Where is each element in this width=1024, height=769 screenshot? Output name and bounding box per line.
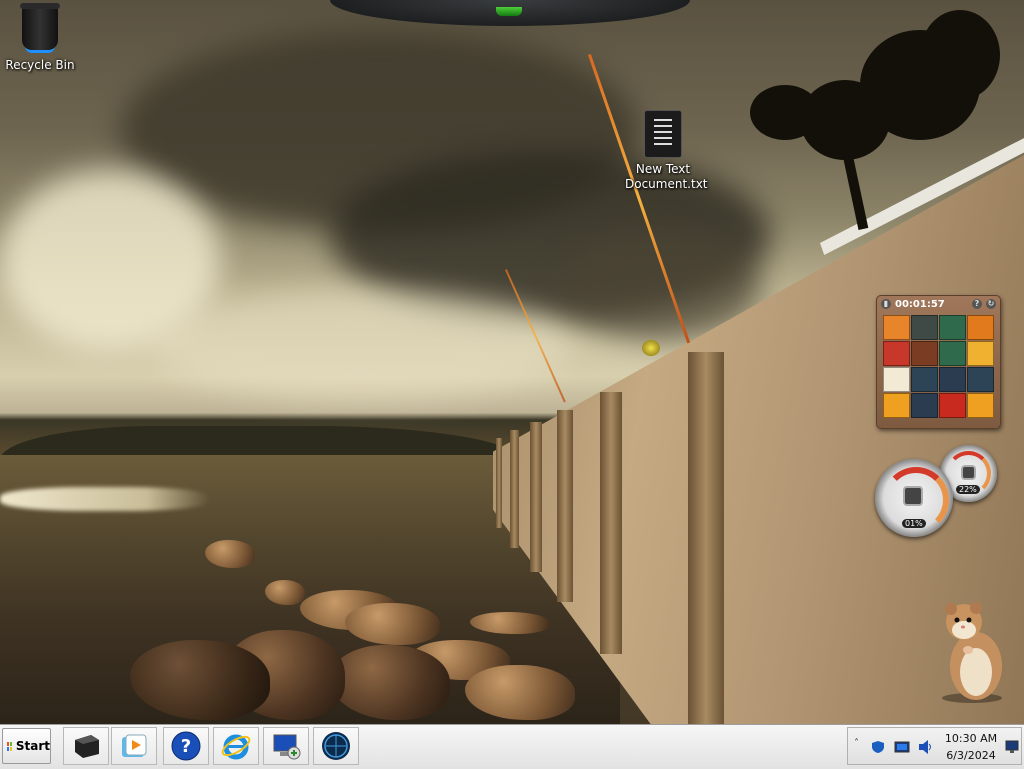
puzzle-tile[interactable] — [911, 393, 938, 418]
shuffle-icon[interactable]: ↻ — [986, 299, 996, 309]
taskbar-globe[interactable] — [313, 727, 359, 765]
cpu-dial: 01% — [875, 459, 953, 537]
puzzle-tile[interactable] — [911, 341, 938, 366]
puzzle-tile[interactable] — [911, 367, 938, 392]
recycle-bin-icon — [20, 3, 60, 50]
remote-desktop-icon — [273, 734, 301, 760]
dock-status-light — [496, 7, 522, 16]
start-label: Start — [15, 739, 50, 753]
puzzle-tile[interactable] — [883, 393, 910, 418]
recycle-bin[interactable]: Recycle Bin — [0, 3, 80, 72]
help-icon[interactable]: ? — [972, 299, 982, 309]
taskbar-media-player[interactable] — [111, 727, 157, 765]
puzzle-titlebar: ▮ 00:01:57 ? ↻ — [877, 296, 1000, 312]
text-document-label: New Text Document.txt — [625, 162, 708, 191]
taskbar: Start ? ˄ 10:30 AM 6/3/2024 — [0, 724, 1024, 769]
desktop-wallpaper — [0, 0, 1024, 724]
puzzle-tile[interactable] — [967, 393, 994, 418]
memory-percent: 22% — [956, 485, 980, 494]
shield-icon[interactable] — [871, 740, 885, 754]
puzzle-tile[interactable] — [939, 367, 966, 392]
globe-icon — [322, 732, 350, 760]
puzzle-tile[interactable] — [939, 341, 966, 366]
puzzle-gadget[interactable]: ▮ 00:01:57 ? ↻ — [876, 295, 1001, 429]
tray-clock-date[interactable]: 6/3/2024 — [939, 749, 1003, 762]
cpu-meter-gadget[interactable]: 22% 01% — [875, 445, 1000, 540]
tray-clock-time[interactable]: 10:30 AM — [939, 732, 1003, 745]
media-player-icon — [122, 734, 147, 757]
text-document-file[interactable]: New Text Document.txt — [623, 110, 708, 192]
start-button[interactable]: Start — [2, 728, 51, 764]
puzzle-tile[interactable] — [967, 341, 994, 366]
puzzle-tile[interactable] — [883, 315, 910, 340]
taskbar-internet-explorer[interactable] — [213, 727, 259, 765]
taskbar-help[interactable]: ? — [163, 727, 209, 765]
puzzle-tile[interactable] — [911, 315, 938, 340]
puzzle-tile[interactable] — [967, 315, 994, 340]
puzzle-tile[interactable] — [967, 367, 994, 392]
taskbar-show-desktop[interactable] — [63, 727, 109, 765]
volume-icon[interactable] — [918, 739, 932, 755]
puzzle-tile[interactable] — [883, 367, 910, 392]
hamster-gadget[interactable] — [938, 600, 1006, 704]
help-icon: ? — [171, 731, 201, 761]
recycle-bin-label: Recycle Bin — [5, 58, 75, 72]
system-tray: ˄ 10:30 AM 6/3/2024 — [847, 727, 1022, 765]
text-document-icon — [644, 110, 682, 158]
pause-icon[interactable]: ▮ — [881, 299, 891, 309]
puzzle-tile[interactable] — [939, 315, 966, 340]
svg-text:?: ? — [181, 736, 191, 757]
puzzle-tile[interactable] — [939, 393, 966, 418]
network-monitor-icon[interactable] — [894, 741, 910, 753]
show-hidden-icons-icon[interactable]: ˄ — [854, 738, 859, 749]
taskbar-remote-desktop[interactable] — [263, 727, 309, 765]
puzzle-timer: 00:01:57 — [895, 298, 945, 310]
notification-flag-icon[interactable] — [1005, 740, 1019, 754]
ie-icon — [221, 734, 251, 760]
windows-flag-icon — [7, 741, 12, 751]
puzzle-grid[interactable] — [883, 315, 994, 418]
cpu-percent: 01% — [902, 519, 926, 528]
monitor-black-icon — [75, 735, 99, 758]
puzzle-tile[interactable] — [883, 341, 910, 366]
